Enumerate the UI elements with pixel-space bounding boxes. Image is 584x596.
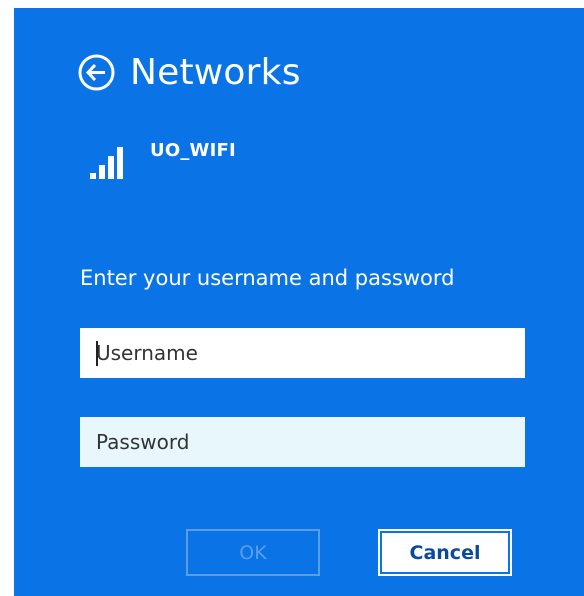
- network-name: UO_WIFI: [150, 140, 236, 161]
- ok-button[interactable]: OK: [186, 529, 320, 576]
- back-arrow-circle-icon[interactable]: [78, 54, 115, 91]
- cancel-button[interactable]: Cancel: [378, 529, 512, 576]
- credentials-prompt: Enter your username and password: [80, 266, 455, 290]
- wifi-signal-bars-icon: [90, 147, 123, 179]
- top-strip: [0, 0, 584, 8]
- header: Networks: [78, 44, 301, 100]
- username-input[interactable]: [80, 328, 525, 378]
- page-title: Networks: [130, 51, 301, 93]
- networks-panel: Networks UO_WIFI Enter your username and…: [14, 8, 584, 596]
- network-item: UO_WIFI: [87, 140, 387, 180]
- password-input[interactable]: [80, 417, 525, 467]
- text-caret: [96, 341, 98, 366]
